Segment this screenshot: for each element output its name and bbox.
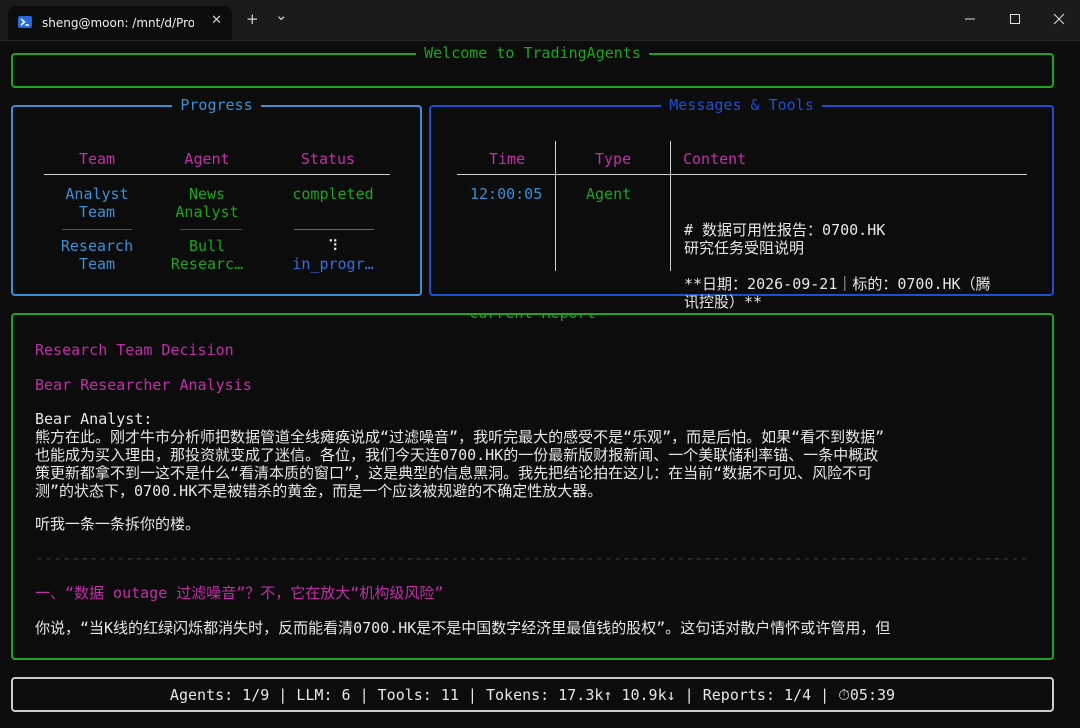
row-separator [62, 229, 132, 230]
report-paragraph: 你说，“当K线的红绿闪烁都消失时，反而能看清0700.HK是不是中国数字经济里最… [35, 619, 891, 637]
row-separator [180, 229, 242, 230]
team-cell: Research Team [60, 237, 134, 273]
spinner-icon: ⠹ [327, 237, 339, 255]
tab-dropdown-icon[interactable]: ⌄ [275, 6, 288, 24]
agent-cell: Bull Researc… [170, 237, 244, 273]
column-header-time: Time [489, 150, 526, 168]
report-paragraph: 熊方在此。刚才牛市分析师把数据管道全线瘫痪说成“过滤噪音”，我听完最大的感受不是… [35, 428, 885, 500]
column-header-type: Type [595, 150, 632, 168]
report-title: Current Report [461, 315, 604, 322]
minimize-icon [965, 18, 975, 20]
status-cell: ⠹ in_progr… [276, 237, 390, 273]
maximize-button[interactable] [1000, 8, 1030, 30]
header-rule [44, 174, 390, 175]
header-rule [457, 174, 1027, 175]
status-text: Agents: 1/9 | LLM: 6 | Tools: 11 | Token… [169, 686, 896, 704]
message-type: Agent [586, 185, 632, 203]
new-tab-button[interactable]: + [246, 10, 259, 28]
speaker-label: Bear Analyst: [35, 410, 153, 428]
column-header-status: Status [300, 150, 356, 168]
column-header-agent: Agent [184, 150, 230, 168]
tab-close-icon[interactable]: ✕ [211, 13, 222, 28]
welcome-panel: Welcome to TradingAgents [11, 44, 1054, 88]
messages-panel: Messages & Tools Time Type Content 12:00… [429, 96, 1054, 311]
report-subheading: Bear Researcher Analysis [35, 376, 252, 394]
powershell-icon [18, 16, 32, 28]
report-panel: Current Report Research Team Decision Be… [11, 313, 1054, 660]
status-cell: completed [292, 185, 374, 203]
report-divider: ----------------------------------------… [35, 549, 1030, 567]
welcome-title: Welcome to TradingAgents [416, 44, 649, 62]
close-window-button[interactable] [1044, 8, 1074, 30]
column-divider [555, 141, 556, 271]
column-header-content: Content [683, 150, 747, 168]
report-heading: Research Team Decision [35, 341, 234, 359]
message-time: 12:00:05 [470, 185, 543, 203]
maximize-icon [1010, 14, 1020, 24]
section-heading: 一、“数据 outage 过滤噪音”？不，它在放大“机构级风险” [35, 584, 444, 602]
status-bar: Agents: 1/9 | LLM: 6 | Tools: 11 | Token… [11, 677, 1054, 712]
team-cell: Analyst Team [65, 185, 129, 221]
terminal-tab[interactable]: sheng@moon: /mnt/d/ProJect ✕ [8, 6, 232, 40]
messages-title: Messages & Tools [661, 96, 822, 114]
agent-cell: News Analyst [175, 185, 239, 221]
report-paragraph: 听我一条一条拆你的楼。 [35, 515, 201, 533]
close-icon [1053, 13, 1065, 25]
progress-title: Progress [172, 96, 261, 114]
window-title-bar: sheng@moon: /mnt/d/ProJect ✕ + ⌄ [0, 0, 1080, 41]
minimize-button[interactable] [955, 8, 985, 30]
column-header-team: Team [78, 150, 116, 168]
tab-title: sheng@moon: /mnt/d/ProJect [42, 16, 194, 30]
progress-panel: Progress Team Agent Status Analyst Team N… [11, 96, 422, 296]
row-separator [294, 229, 374, 230]
column-divider [670, 141, 671, 271]
